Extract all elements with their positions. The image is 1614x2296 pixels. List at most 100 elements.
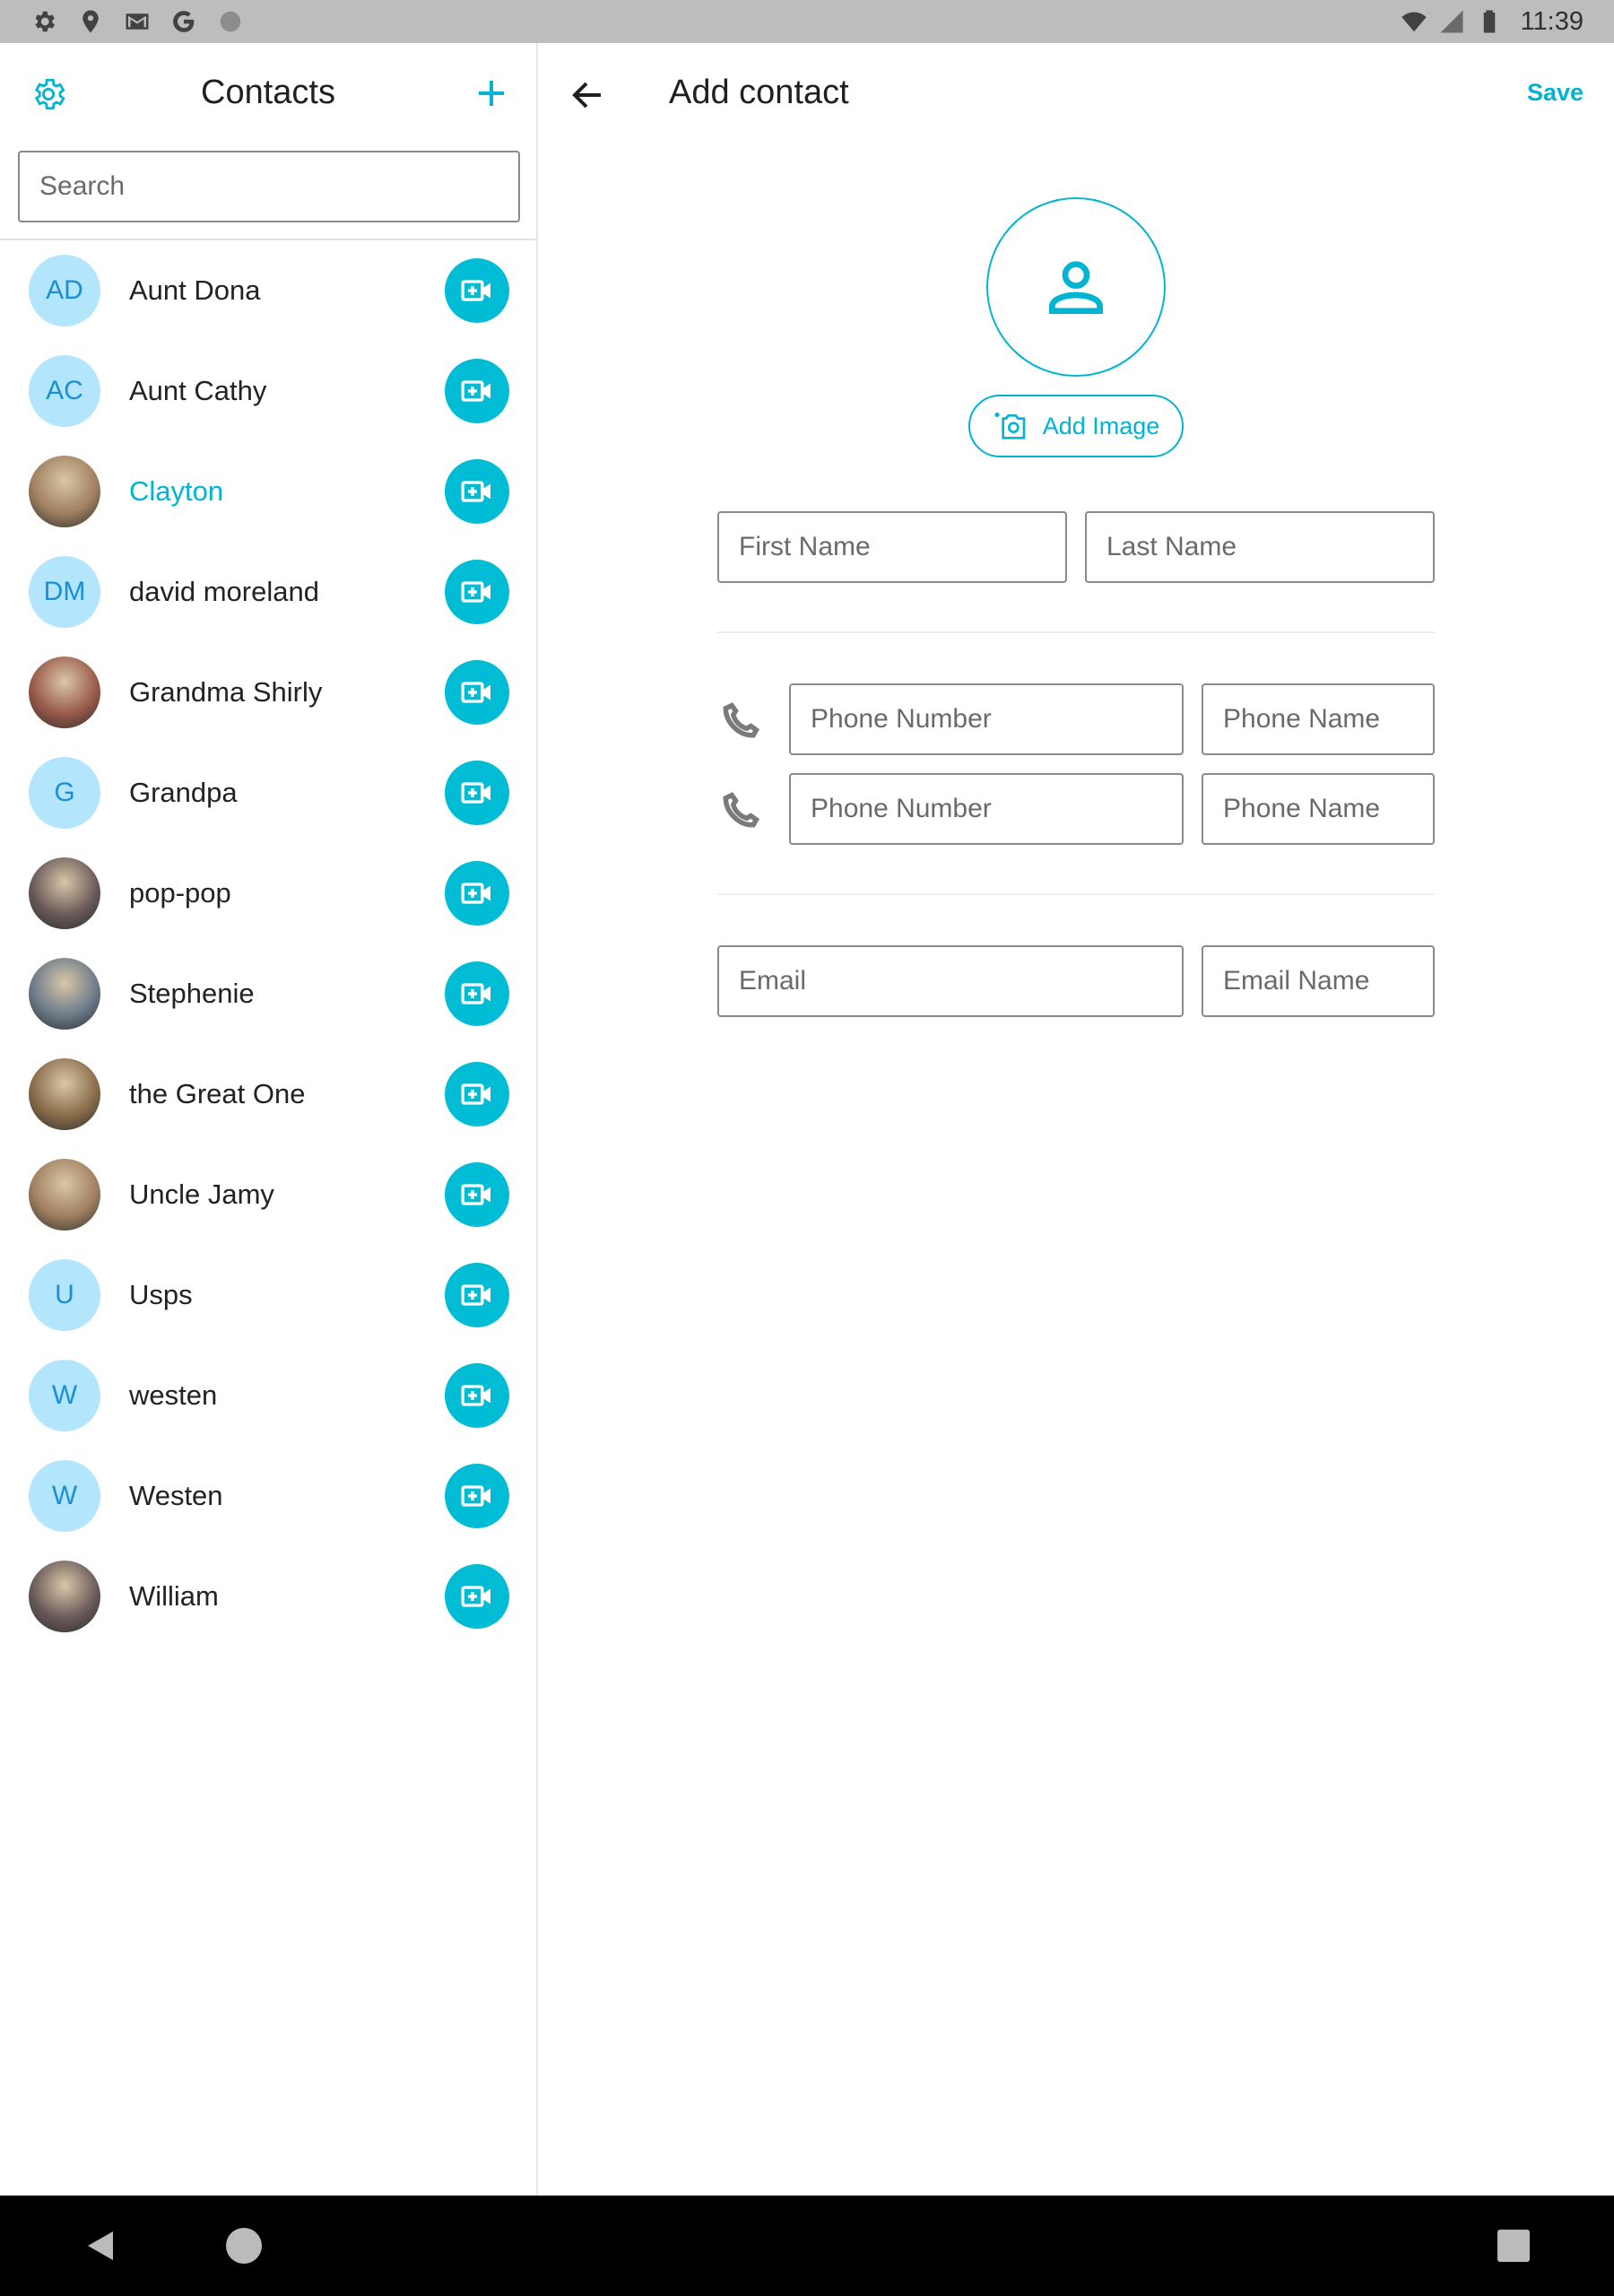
person-icon: [1049, 261, 1103, 314]
divider: [717, 893, 1435, 895]
video-call-icon: [461, 983, 490, 1004]
contact-row[interactable]: AD Aunt Dona: [0, 240, 538, 341]
contact-photo-avatar: [29, 958, 100, 1030]
video-call-icon: [461, 1385, 490, 1406]
contact-name: William: [129, 1580, 219, 1612]
video-call-icon: [461, 1184, 490, 1205]
add-image-label: Add Image: [1042, 412, 1160, 439]
video-call-button[interactable]: [445, 1162, 509, 1227]
video-call-icon: [461, 682, 490, 703]
add-image-button[interactable]: Add Image: [968, 395, 1184, 457]
contact-photo-avatar: [29, 657, 100, 728]
video-call-button[interactable]: [445, 459, 509, 524]
status-bar: 11:39: [0, 0, 1614, 43]
video-call-button[interactable]: [445, 1564, 509, 1629]
video-call-icon: [461, 280, 490, 301]
video-call-button[interactable]: [445, 761, 509, 825]
video-call-icon: [461, 1284, 490, 1306]
nav-recents-icon[interactable]: [1497, 2230, 1530, 2262]
video-call-button[interactable]: [445, 1263, 509, 1327]
phone-name-field[interactable]: [1202, 773, 1435, 845]
phone-name-field[interactable]: [1202, 683, 1435, 755]
video-call-button[interactable]: [445, 1062, 509, 1126]
phone-icon: [721, 791, 760, 831]
video-call-button[interactable]: [445, 258, 509, 323]
contact-row[interactable]: DM david moreland: [0, 542, 538, 642]
contact-name: Uncle Jamy: [129, 1178, 274, 1210]
last-name-field[interactable]: [1085, 511, 1435, 583]
back-arrow-icon[interactable]: [568, 75, 608, 115]
email-name-field[interactable]: [1202, 945, 1435, 1017]
video-call-icon: [461, 883, 490, 904]
video-call-button[interactable]: [445, 560, 509, 624]
nav-back-icon[interactable]: [82, 2228, 118, 2264]
video-call-button[interactable]: [445, 1363, 509, 1428]
video-call-icon: [461, 481, 490, 502]
first-name-field[interactable]: [717, 511, 1067, 583]
nav-home-icon[interactable]: [226, 2228, 262, 2264]
email-field[interactable]: [717, 945, 1184, 1017]
divider: [717, 631, 1435, 633]
contact-name: Grandpa: [129, 777, 238, 808]
video-call-button[interactable]: [445, 961, 509, 1026]
contact-photo-avatar: [29, 1561, 100, 1632]
contact-name: david moreland: [129, 576, 319, 607]
video-call-button[interactable]: [445, 359, 509, 423]
contact-row[interactable]: Wwesten: [0, 1345, 538, 1446]
contact-name: Westen: [129, 1480, 223, 1511]
contact-name: Aunt Dona: [129, 274, 261, 306]
contact-row[interactable]: Uncle Jamy: [0, 1144, 538, 1245]
contact-name: Stephenie: [129, 978, 255, 1009]
save-button[interactable]: Save: [1527, 79, 1584, 107]
contact-initials-avatar: W: [29, 1360, 100, 1431]
add-contact-plus-icon[interactable]: [472, 74, 511, 113]
gmail-icon: [124, 8, 151, 35]
video-call-icon: [461, 1083, 490, 1105]
contact-row[interactable]: AC Aunt Cathy: [0, 341, 538, 441]
contact-row[interactable]: Stephenie: [0, 944, 538, 1044]
contact-name: Usps: [129, 1279, 193, 1310]
contacts-pane: Contacts AD Aunt Dona AC Aunt Cathy Clayton D…: [0, 43, 538, 2196]
contact-name: westen: [129, 1379, 218, 1411]
phone-number-field[interactable]: [789, 773, 1184, 845]
add-contact-pane: Add contact Save Add Image: [540, 43, 1614, 2196]
contact-initials-avatar: AD: [29, 255, 100, 326]
settings-icon: [30, 8, 57, 35]
contact-row[interactable]: Grandma Shirly: [0, 642, 538, 743]
status-time: 11:39: [1520, 6, 1584, 36]
contact-row[interactable]: the Great One: [0, 1044, 538, 1144]
contact-row[interactable]: W Westen: [0, 1446, 538, 1546]
video-call-button[interactable]: [445, 660, 509, 725]
contact-initials-avatar: AC: [29, 355, 100, 427]
add-photo-icon: [994, 413, 1026, 439]
contact-photo-avatar: [29, 1058, 100, 1130]
contact-row[interactable]: pop-pop: [0, 843, 538, 944]
contact-row[interactable]: Clayton: [0, 441, 538, 542]
video-call-icon: [461, 380, 490, 402]
signal-icon: [1438, 8, 1465, 35]
phone-number-field[interactable]: [789, 683, 1184, 755]
contact-avatar-placeholder[interactable]: [986, 197, 1166, 377]
contact-initials-avatar: U: [29, 1259, 100, 1331]
contact-photo-avatar: [29, 1159, 100, 1231]
navigation-bar: [0, 2196, 1614, 2296]
video-call-icon: [461, 782, 490, 804]
contact-name: Aunt Cathy: [129, 375, 267, 406]
google-icon: [170, 8, 197, 35]
circle-icon: [217, 8, 244, 35]
location-icon: [77, 8, 104, 35]
contact-initials-avatar: G: [29, 757, 100, 829]
video-call-icon: [461, 1586, 490, 1607]
video-call-icon: [461, 1485, 490, 1507]
contact-list: AD Aunt Dona AC Aunt Cathy Clayton DM david mo…: [0, 240, 538, 1647]
contact-row[interactable]: U Usps: [0, 1245, 538, 1345]
wifi-icon: [1401, 8, 1427, 35]
contact-initials-avatar: W: [29, 1460, 100, 1532]
video-call-button[interactable]: [445, 861, 509, 926]
contact-row[interactable]: William: [0, 1546, 538, 1647]
video-call-button[interactable]: [445, 1464, 509, 1528]
phone-icon: [721, 701, 760, 741]
contact-row[interactable]: G Grandpa: [0, 743, 538, 843]
search-input[interactable]: [18, 151, 520, 222]
contact-photo-avatar: [29, 456, 100, 527]
